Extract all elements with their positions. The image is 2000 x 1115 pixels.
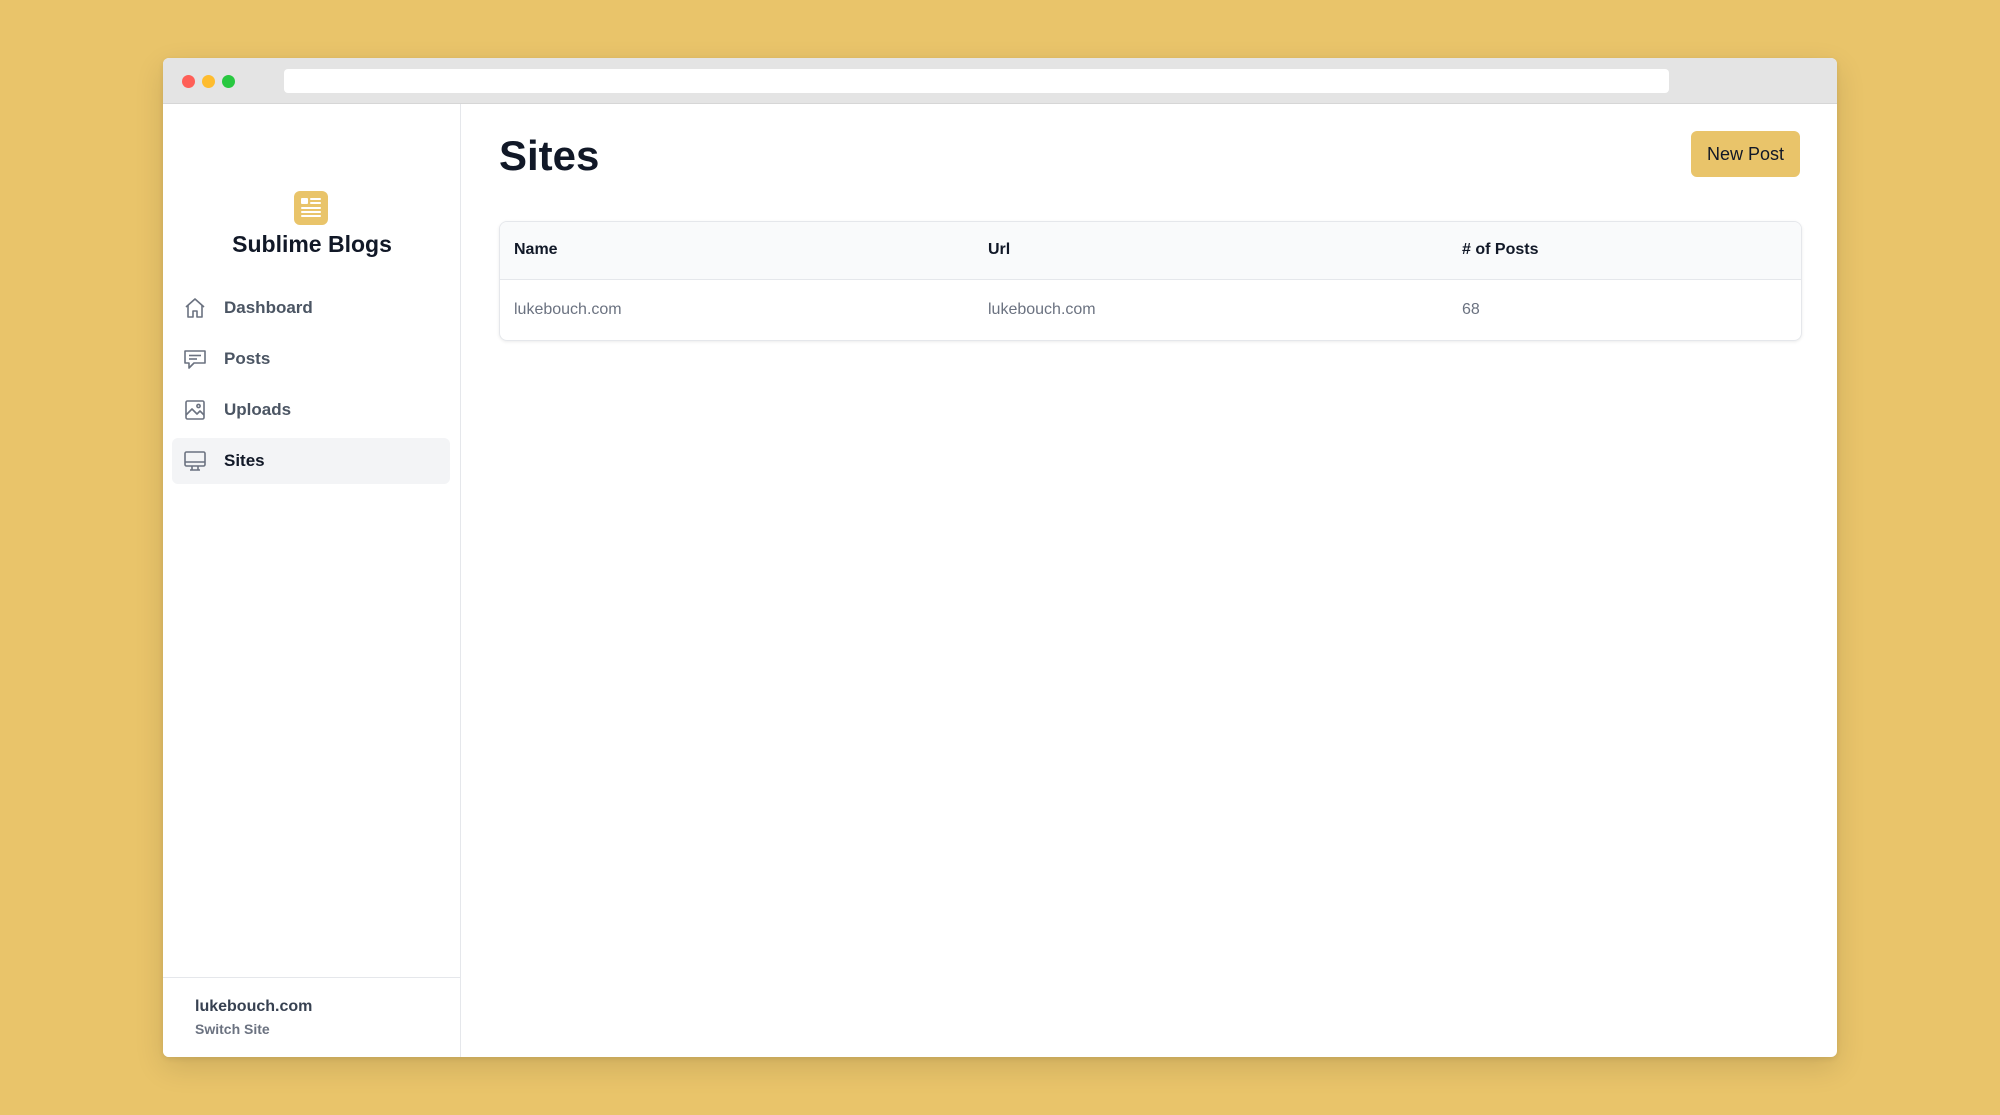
sites-table: Name Url # of Posts lukebouch.com lukebo… — [499, 221, 1802, 341]
maximize-window-button[interactable] — [222, 75, 235, 88]
sidebar-item-dashboard[interactable]: Dashboard — [172, 285, 450, 331]
sidebar-item-sites[interactable]: Sites — [172, 438, 450, 484]
main-content: Sites New Post Name Url # of Posts lukeb… — [462, 104, 1837, 1057]
brand-name: Sublime Blogs — [232, 231, 392, 257]
column-header-url[interactable]: Url — [974, 222, 1448, 280]
sidebar-item-label: Posts — [224, 349, 271, 368]
close-window-button[interactable] — [182, 75, 195, 88]
table-row[interactable]: lukebouch.com lukebouch.com 68 — [500, 279, 1801, 340]
sidebar-nav: Dashboard Posts Uploads Sites — [172, 285, 450, 489]
switch-site-link[interactable]: Switch Site — [195, 1021, 270, 1037]
site-url-cell[interactable]: lukebouch.com — [974, 279, 1448, 340]
home-icon — [183, 296, 207, 320]
image-icon — [183, 398, 207, 422]
newspaper-logo-icon — [294, 191, 328, 225]
site-switcher[interactable]: lukebouch.com Switch Site — [163, 977, 461, 1057]
browser-window: Sublime Blogs Dashboard Posts Uploads Si… — [163, 58, 1837, 1057]
table-header-row: Name Url # of Posts — [500, 222, 1801, 280]
minimize-window-button[interactable] — [202, 75, 215, 88]
sidebar-item-label: Sites — [224, 451, 265, 470]
page-title: Sites — [499, 132, 600, 179]
sidebar-item-label: Uploads — [224, 400, 292, 419]
monitor-icon — [183, 449, 207, 473]
post-count-cell: 68 — [1462, 300, 1480, 318]
column-header-post-count[interactable]: # of Posts — [1448, 222, 1801, 280]
address-bar[interactable] — [284, 69, 1669, 93]
sidebar-item-posts[interactable]: Posts — [172, 336, 450, 382]
sidebar-item-label: Dashboard — [224, 298, 313, 317]
browser-titlebar — [163, 58, 1837, 104]
sidebar-item-uploads[interactable]: Uploads — [172, 387, 450, 433]
current-site-name: lukebouch.com — [195, 998, 313, 1015]
new-post-button[interactable]: New Post — [1691, 131, 1800, 177]
sidebar: Sublime Blogs Dashboard Posts Uploads Si… — [163, 104, 461, 1057]
chat-bubble-icon — [183, 347, 207, 371]
column-header-name[interactable]: Name — [500, 222, 974, 280]
site-name-cell[interactable]: lukebouch.com — [500, 279, 974, 340]
